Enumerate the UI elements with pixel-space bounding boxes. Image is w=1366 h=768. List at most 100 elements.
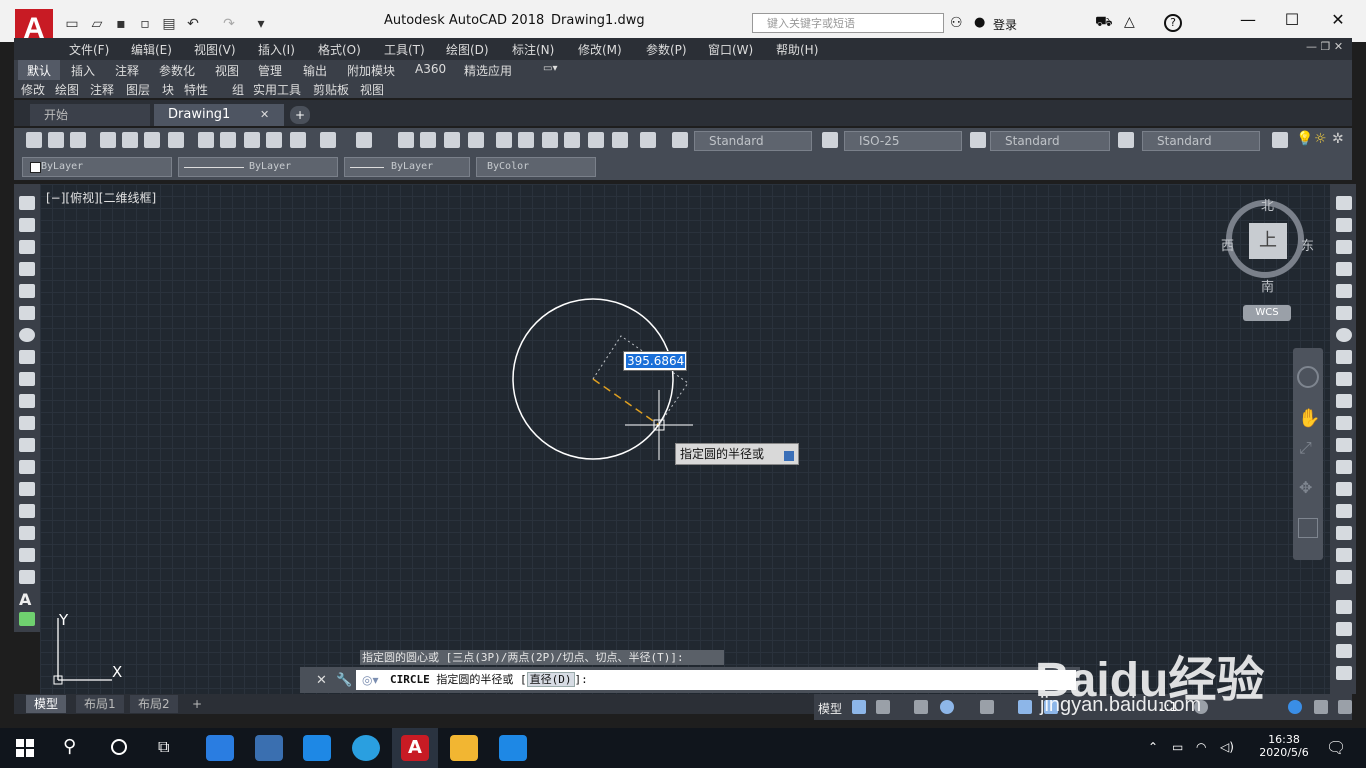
tab-layout2[interactable]: 布局2 xyxy=(130,695,178,713)
panel-clipboard[interactable]: 剪贴板 xyxy=(313,81,349,98)
connect-icon[interactable]: △ xyxy=(1124,14,1135,30)
panel-view[interactable]: 视图 xyxy=(360,81,384,98)
menu-view[interactable]: 视图(V) xyxy=(194,41,236,58)
menu-draw[interactable]: 绘图(D) xyxy=(446,41,489,58)
ellipse-arc-tool-icon[interactable] xyxy=(19,416,35,430)
zoom-previous-icon[interactable] xyxy=(468,132,484,148)
dim-style-icon[interactable] xyxy=(822,132,838,148)
taskbar-app-autocad-icon[interactable]: A xyxy=(401,735,429,761)
point-tool-icon[interactable] xyxy=(19,482,35,496)
lightbulb-icon[interactable]: 💡 xyxy=(1296,131,1313,147)
help-tb-icon[interactable] xyxy=(640,132,656,148)
mleader-style-dropdown[interactable]: Standard xyxy=(1142,131,1260,151)
ribbon-tab-insert[interactable]: 插入 xyxy=(71,62,95,79)
break-point-tool-icon[interactable] xyxy=(1336,438,1352,452)
copy-tool-icon[interactable] xyxy=(1336,218,1352,232)
new-file-icon[interactable]: ▭ xyxy=(63,16,81,32)
cortana-icon[interactable] xyxy=(111,739,127,755)
task-view-icon[interactable]: ⧉ xyxy=(158,737,169,757)
battery-icon[interactable]: ▭ xyxy=(1172,740,1183,754)
table-style-dropdown[interactable]: Standard xyxy=(990,131,1110,151)
search-input[interactable]: 键入关键字或短语 xyxy=(752,13,944,33)
rectangle-tool-icon[interactable] xyxy=(19,284,35,298)
mirror-tool-icon[interactable] xyxy=(1336,240,1352,254)
taskbar-app-u-icon[interactable] xyxy=(303,735,331,761)
grid-icon[interactable] xyxy=(852,700,866,714)
maximize-icon[interactable]: ☐ xyxy=(1270,10,1314,29)
taskbar-app-folder-icon[interactable] xyxy=(450,735,478,761)
line-tool-icon[interactable] xyxy=(19,196,35,210)
extend-tool-icon[interactable] xyxy=(1336,416,1352,430)
join-tool-icon[interactable] xyxy=(1336,482,1352,496)
fillet-tool-icon[interactable] xyxy=(1336,526,1352,540)
menu-help[interactable]: 帮助(H) xyxy=(776,41,818,58)
array-tool-icon[interactable] xyxy=(1336,284,1352,298)
table-style-icon[interactable] xyxy=(970,132,986,148)
menu-modify[interactable]: 修改(M) xyxy=(578,41,622,58)
mleader-style-icon[interactable] xyxy=(1118,132,1134,148)
pan-icon[interactable] xyxy=(398,132,414,148)
ribbon-tab-addins[interactable]: 附加模块 xyxy=(347,62,395,79)
table-tool-icon[interactable] xyxy=(19,570,35,584)
sun-icon[interactable]: ☼ xyxy=(1314,131,1327,147)
snap-icon[interactable] xyxy=(876,700,890,714)
panel-utilities[interactable]: 实用工具 xyxy=(253,81,301,98)
layer-properties-icon[interactable] xyxy=(1272,132,1288,148)
tool-palettes-icon[interactable] xyxy=(542,132,558,148)
print-icon[interactable]: ▤ xyxy=(160,16,178,32)
radius-value[interactable]: 395.6864 xyxy=(626,354,686,368)
panel-annotate[interactable]: 注释 xyxy=(90,81,114,98)
cart-icon[interactable]: ⛟ xyxy=(1095,14,1113,32)
region-tool-icon[interactable] xyxy=(19,548,35,562)
add-selected-icon[interactable] xyxy=(19,612,35,626)
sheet-set-icon[interactable] xyxy=(564,132,580,148)
redo-icon[interactable]: ↷ xyxy=(220,16,238,32)
login-button[interactable]: 登录 xyxy=(993,16,1017,33)
redo-tb-icon[interactable] xyxy=(356,132,372,148)
panel-block[interactable]: 块 xyxy=(162,81,174,98)
make-block-icon[interactable] xyxy=(19,460,35,474)
menu-tools[interactable]: 工具(T) xyxy=(384,41,425,58)
trim-tool-icon[interactable] xyxy=(1336,394,1352,408)
menu-file[interactable]: 文件(F) xyxy=(69,41,109,58)
options-arrow-icon[interactable] xyxy=(784,451,794,461)
taskbar-app-network-icon[interactable] xyxy=(206,735,234,761)
new-tab-button[interactable]: + xyxy=(290,106,310,124)
add-layout-button[interactable]: + xyxy=(184,695,210,713)
polyline-tool-icon[interactable] xyxy=(19,240,35,254)
customize-command-icon[interactable]: 🔧 xyxy=(336,673,352,688)
close-tab-icon[interactable]: ✕ xyxy=(260,108,269,121)
stretch-tool-icon[interactable] xyxy=(1336,372,1352,386)
command-option-diameter[interactable]: 直径(D) xyxy=(526,672,575,687)
publish-icon[interactable] xyxy=(144,132,160,148)
windows-start-icon[interactable] xyxy=(16,739,34,757)
plot-icon[interactable] xyxy=(100,132,116,148)
properties-icon[interactable] xyxy=(496,132,512,148)
gradient-tool-icon[interactable] xyxy=(19,526,35,540)
publish-3d-icon[interactable] xyxy=(168,132,184,148)
minimize-icon[interactable]: — xyxy=(1226,10,1270,29)
rotate-tool-icon[interactable] xyxy=(1336,328,1352,342)
zoom-window-icon[interactable] xyxy=(444,132,460,148)
command-input[interactable]: CIRCLE 指定圆的半径或 [直径(D)]: xyxy=(356,670,1076,690)
customization-icon[interactable] xyxy=(1338,700,1352,714)
clean-screen-icon[interactable] xyxy=(1314,700,1328,714)
bring-front-tool-icon[interactable] xyxy=(1336,622,1352,636)
ribbon-tab-annotate[interactable]: 注释 xyxy=(115,62,139,79)
paste-special-icon[interactable] xyxy=(266,132,282,148)
scale-tool-icon[interactable] xyxy=(1336,350,1352,364)
revcloud-tool-icon[interactable] xyxy=(19,350,35,364)
send-back-tool-icon[interactable] xyxy=(1336,644,1352,658)
design-center-icon[interactable] xyxy=(518,132,534,148)
tray-expand-icon[interactable]: ⌃ xyxy=(1148,740,1158,754)
break-tool-icon[interactable] xyxy=(1336,460,1352,474)
color-dropdown[interactable]: ByLayer xyxy=(22,157,172,177)
open-icon[interactable] xyxy=(48,132,64,148)
ribbon-minimize-icon[interactable]: ▭▾ xyxy=(543,63,557,74)
tab-layout1[interactable]: 布局1 xyxy=(76,695,124,713)
ribbon-tab-parametric[interactable]: 参数化 xyxy=(159,62,195,79)
xline-tool-icon[interactable] xyxy=(19,218,35,232)
menu-insert[interactable]: 插入(I) xyxy=(258,41,295,58)
undo-icon[interactable]: ↶ xyxy=(184,16,202,32)
polar-icon[interactable] xyxy=(940,700,954,714)
